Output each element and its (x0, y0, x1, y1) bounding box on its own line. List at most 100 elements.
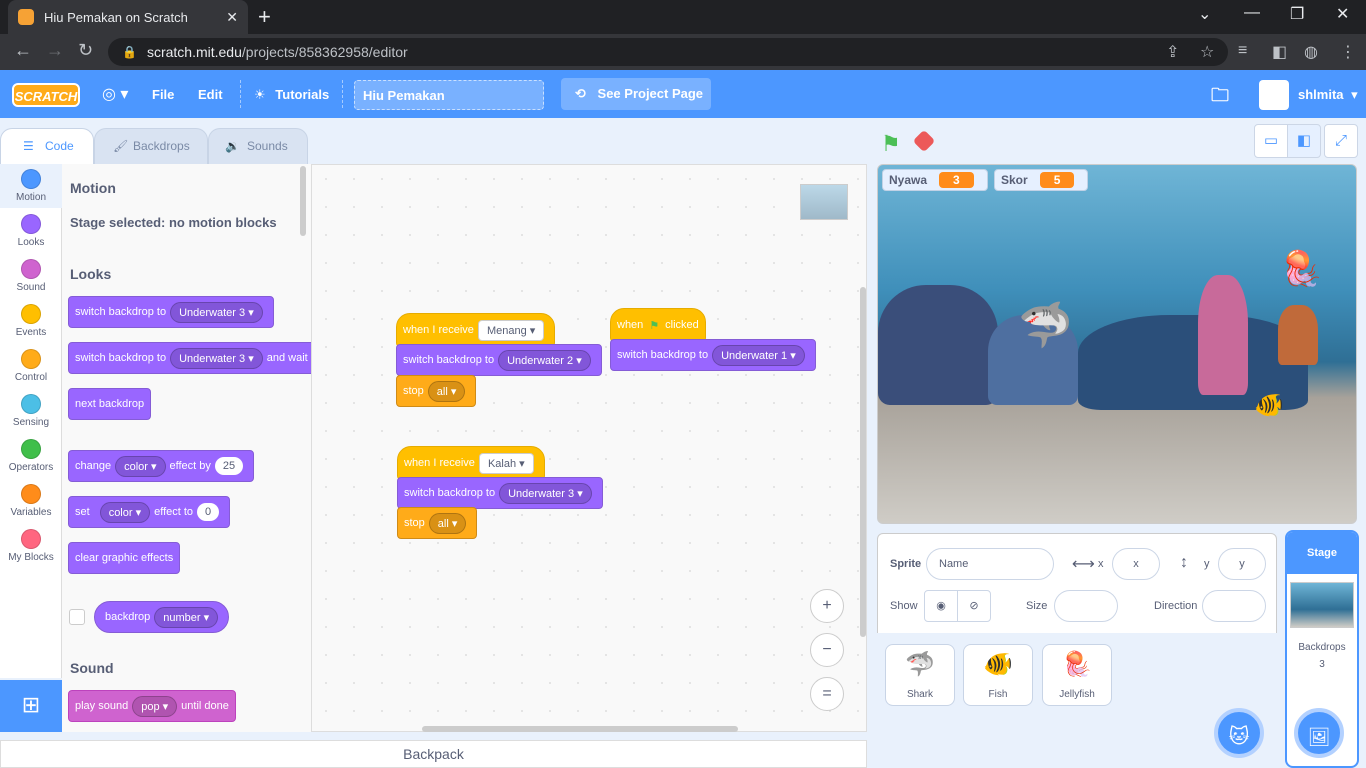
backpack-bar[interactable]: Backpack (0, 740, 867, 768)
more-menu-icon[interactable]: ⋮ (1340, 42, 1356, 62)
category-events[interactable]: Events (0, 299, 62, 343)
restore-button[interactable]: ❐ (1290, 4, 1304, 24)
change-effect-block[interactable]: change color effect by 25 (68, 450, 255, 482)
stop-option-dropdown[interactable]: all (427, 380, 466, 402)
category-control[interactable]: Control (0, 344, 62, 388)
play-sound-until-done-block[interactable]: play sound pop until done (68, 690, 236, 722)
message-dropdown[interactable]: Kalah (478, 452, 534, 474)
script-workspace[interactable]: when I receive Menang switch backdrop to… (312, 164, 867, 732)
clear-graphic-effects-block[interactable]: clear graphic effects (68, 542, 181, 574)
zoom-out-button[interactable]: − (810, 633, 844, 667)
jellyfish-sprite-icon[interactable]: 🪼 (1280, 249, 1322, 289)
sprite-tile-shark[interactable]: 🦈 Shark (885, 644, 955, 706)
sprite-name-input[interactable]: Name (926, 548, 1054, 580)
tutorials-button[interactable]: ☀ Tutorials (254, 87, 329, 103)
minimize-button[interactable]: — (1244, 4, 1260, 22)
avatar[interactable] (1259, 80, 1289, 110)
stop-block[interactable]: stop all (397, 507, 478, 539)
choose-sprite-button[interactable]: 🐱 (1214, 708, 1264, 758)
choose-backdrop-button[interactable]: 🖼 (1294, 708, 1344, 758)
browser-tab[interactable]: Hiu Pemakan on Scratch ✕ (8, 0, 248, 34)
backdrop-dropdown[interactable]: Underwater 3 (170, 301, 263, 323)
project-title-input[interactable]: Hiu Pemakan (354, 80, 544, 110)
tab-close-icon[interactable]: ✕ (226, 9, 238, 26)
show-eye-icon[interactable]: ◉ (924, 590, 958, 622)
account-menu[interactable]: shlmita ▾ (1298, 87, 1358, 103)
when-i-receive-hat-block[interactable]: when I receive Menang (396, 313, 556, 347)
small-stage-icon[interactable]: ▭ (1254, 124, 1288, 158)
close-window-button[interactable]: ✕ (1336, 4, 1349, 24)
tab-search-icon[interactable]: ⌄ (1198, 4, 1211, 24)
y-input[interactable]: y (1218, 548, 1266, 580)
backdrop-dropdown[interactable]: Underwater 2 (498, 349, 591, 371)
back-icon[interactable]: ← (14, 40, 32, 61)
set-effect-block[interactable]: set color effect to 0 (68, 496, 231, 528)
new-tab-button[interactable]: + (258, 4, 271, 30)
direction-input[interactable] (1202, 590, 1266, 622)
zoom-in-button[interactable]: + (810, 589, 844, 623)
category-variables[interactable]: Variables (0, 479, 62, 523)
scratch-logo[interactable]: SCRATCH (12, 83, 80, 107)
normal-stage-icon[interactable]: ◧ (1287, 124, 1321, 158)
when-i-receive-hat-block[interactable]: when I receive Kalah (397, 446, 545, 480)
category-motion[interactable]: Motion (0, 164, 62, 208)
switch-backdrop-block[interactable]: switch backdrop to Underwater 2 (396, 344, 602, 376)
category-sensing[interactable]: Sensing (0, 389, 62, 433)
reload-icon[interactable]: ↻ (78, 40, 93, 61)
language-globe-icon[interactable]: ◎ ▾ (102, 84, 128, 104)
backdrop-attr-dropdown[interactable]: number (154, 606, 219, 628)
address-bar[interactable]: 🔒 scratch.mit.edu /projects/858362958/ed… (108, 38, 1228, 66)
x-input[interactable]: x (1112, 548, 1160, 580)
tab-sounds[interactable]: 🔉 Sounds (208, 128, 308, 164)
backdrop-monitor-checkbox[interactable] (69, 609, 85, 625)
backdrop-dropdown[interactable]: Underwater 1 (712, 344, 805, 366)
category-sound[interactable]: Sound (0, 254, 62, 298)
stop-option-dropdown[interactable]: all (428, 512, 467, 534)
green-flag-icon[interactable]: ⚑ (881, 131, 901, 157)
when-flag-clicked-hat-block[interactable]: when ⚑ clicked (610, 308, 706, 342)
switch-backdrop-and-wait-block[interactable]: switch backdrop to Underwater 3 and wait (68, 342, 311, 374)
category-operators[interactable]: Operators (0, 434, 62, 478)
side-panel-icon[interactable]: ◧ (1272, 42, 1287, 62)
effect-to-value-input[interactable]: 0 (197, 503, 220, 521)
effect-dropdown[interactable]: color (99, 501, 151, 523)
category-looks[interactable]: Looks (0, 209, 62, 253)
share-icon[interactable]: ⇪ (1166, 42, 1179, 62)
sprite-tile-fish[interactable]: 🐠 Fish (963, 644, 1033, 706)
sound-dropdown[interactable]: pop (132, 695, 178, 717)
workspace-horizontal-scrollbar[interactable] (422, 726, 738, 732)
switch-backdrop-block[interactable]: switch backdrop to Underwater 1 (610, 339, 816, 371)
palette-scrollbar[interactable] (300, 166, 306, 236)
shark-sprite-icon[interactable]: 🦈 (1018, 299, 1073, 351)
tab-code[interactable]: ☰ Code (0, 128, 94, 164)
backdrop-dropdown[interactable]: Underwater 3 (499, 482, 592, 504)
effect-by-value-input[interactable]: 25 (214, 457, 244, 475)
sprite-tile-jellyfish[interactable]: 🪼 Jellyfish (1042, 644, 1112, 706)
stop-sign-icon[interactable] (912, 129, 936, 153)
file-menu[interactable]: File (152, 87, 174, 102)
switch-backdrop-block[interactable]: switch backdrop to Underwater 3 (68, 296, 274, 328)
bookmark-star-icon[interactable]: ☆ (1200, 42, 1214, 62)
see-project-page-button[interactable]: ⟲ See Project Page (561, 78, 711, 110)
workspace-vertical-scrollbar[interactable] (860, 287, 866, 637)
tab-backdrops[interactable]: 🖌 Backdrops (94, 128, 208, 164)
size-input[interactable] (1054, 590, 1118, 622)
forward-icon[interactable]: → (46, 40, 64, 61)
my-stuff-folder-icon[interactable]: 🗀 (1211, 83, 1229, 113)
fullscreen-icon[interactable]: ⤢ (1324, 124, 1358, 158)
add-extension-button[interactable]: ⊞ (0, 680, 62, 732)
media-control-icon[interactable]: ≡ (1238, 42, 1247, 60)
next-backdrop-block[interactable]: next backdrop (68, 388, 152, 420)
category-my-blocks[interactable]: My Blocks (0, 524, 62, 568)
zoom-reset-button[interactable]: = (810, 677, 844, 711)
edit-menu[interactable]: Edit (198, 87, 223, 102)
message-dropdown[interactable]: Menang (477, 319, 545, 341)
stop-block[interactable]: stop all (396, 375, 477, 407)
fish-sprite-icon[interactable]: 🐠 (1254, 391, 1284, 420)
profile-icon[interactable]: ◍ (1304, 42, 1318, 62)
stage-canvas[interactable]: Nyawa 3 Skor 5 🦈 🐠 🪼 (877, 164, 1357, 524)
hide-eye-icon[interactable]: ⊘ (957, 590, 991, 622)
effect-dropdown[interactable]: color (115, 455, 166, 477)
switch-backdrop-block[interactable]: switch backdrop to Underwater 3 (397, 477, 603, 509)
backdrop-dropdown[interactable]: Underwater 3 (170, 347, 263, 369)
